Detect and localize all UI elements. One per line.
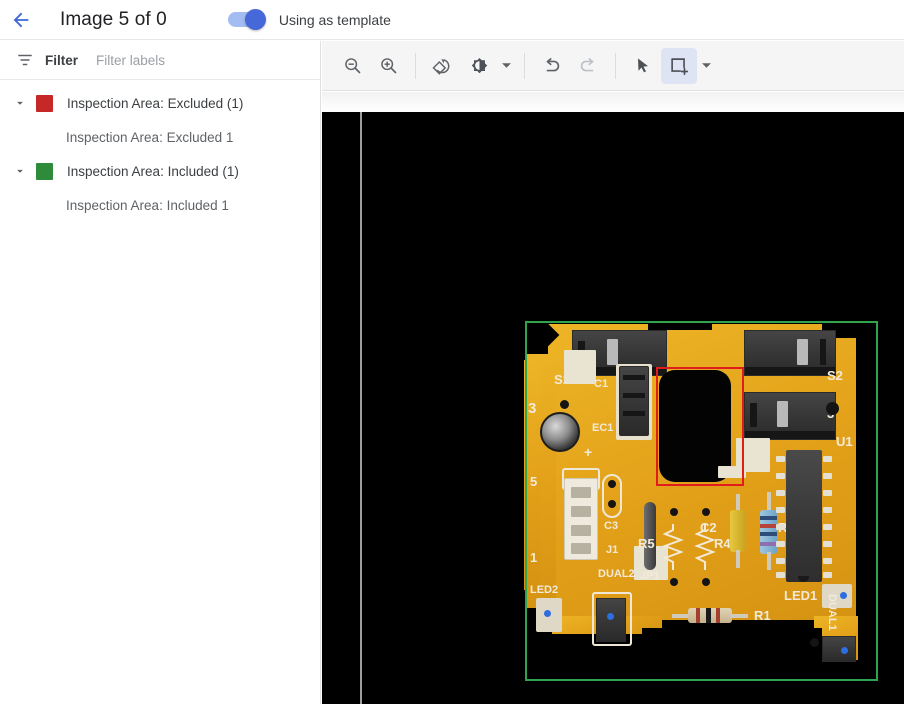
image-canvas[interactable]: S1 S2 3 + — [322, 112, 904, 704]
rotate-button[interactable] — [425, 48, 461, 84]
chevron-down-icon[interactable] — [13, 96, 27, 110]
redo-icon — [577, 55, 599, 77]
toolbar-divider — [415, 53, 416, 79]
inspection-area-excluded-box[interactable] — [656, 367, 744, 486]
filter-icon[interactable] — [16, 51, 34, 69]
zoom-out-button[interactable] — [334, 48, 370, 84]
toolbar-divider — [615, 53, 616, 79]
image-toolbar — [322, 41, 904, 91]
back-button[interactable] — [0, 0, 42, 40]
undo-icon — [541, 55, 563, 77]
image-left-edge-guide — [360, 112, 362, 704]
chevron-down-icon[interactable] — [13, 164, 27, 178]
toggle-knob — [245, 9, 266, 30]
filter-row: Filter — [0, 41, 320, 80]
color-swatch-excluded — [36, 95, 53, 112]
toolbar-divider — [524, 53, 525, 79]
filter-labels-input[interactable] — [96, 53, 286, 68]
cursor-arrow-icon — [633, 56, 653, 76]
color-swatch-included — [36, 163, 53, 180]
tree-item-excluded-1[interactable]: Inspection Area: Excluded 1 — [0, 120, 320, 154]
shape-tool-dropdown-caret[interactable] — [697, 51, 715, 81]
use-as-template-toggle[interactable] — [228, 12, 264, 27]
add-rectangle-icon — [668, 55, 690, 77]
redo-button[interactable] — [570, 48, 606, 84]
add-box-tool-button[interactable] — [661, 48, 697, 84]
brightness-dropdown-caret[interactable] — [497, 51, 515, 81]
tree-group-included[interactable]: Inspection Area: Included (1) — [0, 154, 320, 188]
labels-tree: Inspection Area: Excluded (1) Inspection… — [0, 80, 320, 222]
tree-group-label: Inspection Area: Included (1) — [67, 164, 239, 179]
canvas-top-gradient — [322, 92, 904, 112]
undo-button[interactable] — [534, 48, 570, 84]
zoom-in-icon — [378, 55, 399, 76]
page-title: Image 5 of 0 — [60, 9, 167, 31]
select-tool-button[interactable] — [625, 48, 661, 84]
app-header: Image 5 of 0 Using as template — [0, 0, 904, 40]
tree-item-label: Inspection Area: Excluded 1 — [66, 130, 233, 145]
annotation-editor: Image 5 of 0 Using as template Filter — [0, 0, 904, 704]
zoom-out-icon — [342, 55, 363, 76]
tree-item-included-1[interactable]: Inspection Area: Included 1 — [0, 188, 320, 222]
brightness-icon — [469, 55, 490, 76]
chevron-down-icon — [701, 60, 712, 71]
template-toggle-group: Using as template — [228, 12, 391, 28]
tree-group-label: Inspection Area: Excluded (1) — [67, 96, 243, 111]
zoom-in-button[interactable] — [370, 48, 406, 84]
filter-label: Filter — [45, 53, 78, 68]
tree-group-excluded[interactable]: Inspection Area: Excluded (1) — [0, 86, 320, 120]
use-as-template-label: Using as template — [279, 12, 391, 28]
tree-item-label: Inspection Area: Included 1 — [66, 198, 229, 213]
brightness-button[interactable] — [461, 48, 497, 84]
labels-sidebar: Filter Inspection Area: Excluded (1) Ins… — [0, 41, 321, 704]
rotate-icon — [432, 55, 454, 77]
chevron-down-icon — [501, 60, 512, 71]
arrow-left-icon — [10, 9, 32, 31]
